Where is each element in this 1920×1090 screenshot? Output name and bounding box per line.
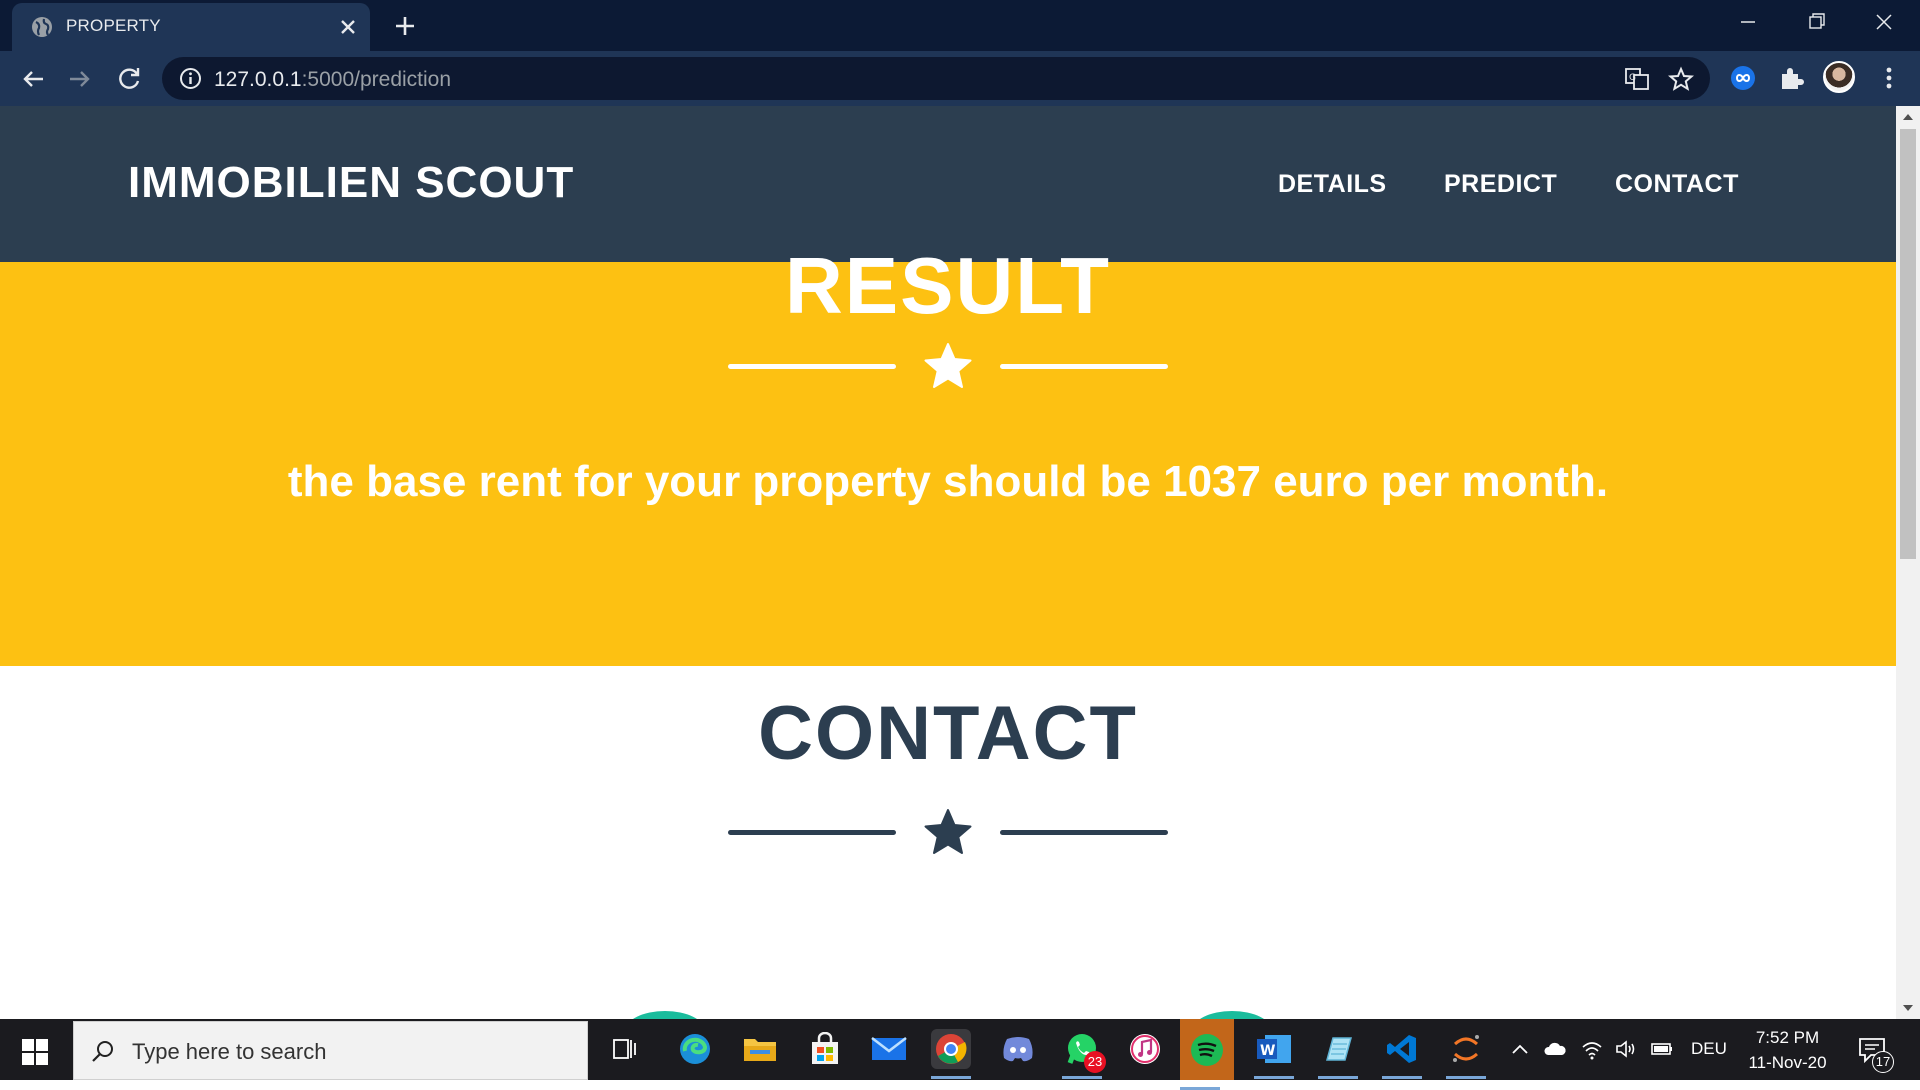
svg-text:W: W — [1260, 1043, 1275, 1059]
browser-tab[interactable]: PROPERTY — [12, 3, 370, 51]
nav-link-details[interactable]: DETAILS — [1278, 170, 1387, 199]
contact-icon-circle — [625, 1011, 705, 1019]
back-icon[interactable] — [17, 63, 49, 95]
onedrive-cloud-icon[interactable] — [1543, 1037, 1567, 1061]
address-bar[interactable]: 127.0.0.1:5000/prediction G — [162, 57, 1710, 100]
windows-start-icon[interactable] — [22, 1039, 48, 1065]
jupyter-icon[interactable] — [1446, 1029, 1486, 1079]
new-tab-icon[interactable] — [391, 12, 419, 40]
reload-icon[interactable] — [113, 63, 145, 95]
globe-icon — [32, 17, 52, 37]
site-navbar: IMMOBILIEN SCOUT DETAILS PREDICT CONTACT — [0, 106, 1896, 262]
file-explorer-icon[interactable] — [740, 1029, 780, 1069]
clock-time: 7:52 PM — [1755, 1028, 1820, 1047]
word-icon[interactable]: W — [1254, 1029, 1294, 1079]
clock-date: 11-Nov-20 — [1748, 1053, 1827, 1072]
translate-icon[interactable]: G — [1624, 66, 1650, 92]
battery-icon[interactable] — [1650, 1037, 1674, 1061]
language-indicator[interactable]: DEU — [1691, 1039, 1727, 1059]
taskbar-search[interactable]: Type here to search — [73, 1021, 588, 1080]
page-scrollbar[interactable] — [1896, 106, 1920, 1019]
itunes-icon[interactable] — [1125, 1029, 1165, 1069]
svg-text:G: G — [1629, 73, 1636, 83]
spotify-icon[interactable] — [1180, 1019, 1234, 1090]
url-text[interactable]: 127.0.0.1:5000/prediction — [214, 68, 451, 92]
notification-count: 17 — [1872, 1051, 1894, 1073]
chevron-up-icon[interactable] — [1508, 1037, 1532, 1061]
discord-icon[interactable] — [998, 1029, 1038, 1069]
contact-title: CONTACT — [758, 691, 1138, 776]
tab-title: PROPERTY — [66, 16, 161, 35]
extensions-puzzle-icon[interactable] — [1777, 64, 1805, 92]
scroll-up-icon[interactable] — [1902, 112, 1914, 122]
whatsapp-icon[interactable]: 23 — [1062, 1029, 1106, 1079]
store-icon[interactable] — [805, 1029, 845, 1069]
restore-icon[interactable] — [1800, 7, 1832, 37]
bookmark-star-icon[interactable] — [1668, 66, 1694, 92]
close-tab-icon[interactable] — [336, 15, 360, 39]
search-icon — [92, 1041, 113, 1062]
whatsapp-badge: 23 — [1084, 1051, 1106, 1073]
profile-avatar[interactable] — [1823, 61, 1855, 93]
star-icon — [924, 809, 972, 854]
scroll-thumb[interactable] — [1900, 129, 1916, 559]
result-section: RESULT the base rent for your property s… — [0, 241, 1896, 666]
site-brand[interactable]: IMMOBILIEN SCOUT — [128, 158, 574, 208]
browser-tabbar: PROPERTY — [0, 0, 1920, 51]
nav-link-contact[interactable]: CONTACT — [1615, 170, 1739, 199]
info-icon[interactable] — [179, 67, 202, 90]
task-view-icon[interactable] — [604, 1029, 644, 1069]
minimize-icon[interactable] — [1732, 7, 1764, 37]
result-text: the base rent for your property should b… — [287, 457, 1609, 506]
notepad-icon[interactable] — [1318, 1029, 1358, 1079]
scroll-down-icon[interactable] — [1902, 1003, 1914, 1013]
star-icon — [924, 343, 972, 388]
wifi-icon[interactable] — [1580, 1037, 1604, 1061]
search-placeholder: Type here to search — [132, 1039, 327, 1064]
edge-icon[interactable] — [675, 1029, 715, 1069]
mail-icon[interactable] — [869, 1029, 909, 1069]
menu-kebab-icon[interactable] — [1875, 64, 1903, 92]
windows-taskbar: Type here to search 23 W DEU 7:52 PM 11-… — [0, 1019, 1920, 1090]
contact-divider — [728, 808, 1168, 858]
volume-icon[interactable] — [1614, 1037, 1638, 1061]
vscode-icon[interactable] — [1382, 1029, 1422, 1079]
result-divider — [728, 342, 1168, 392]
contact-icon-circle — [1192, 1011, 1272, 1019]
forward-icon[interactable] — [64, 63, 96, 95]
chrome-icon[interactable] — [931, 1029, 971, 1079]
extension-loop-icon[interactable] — [1729, 64, 1757, 92]
browser-toolbar: 127.0.0.1:5000/prediction G — [0, 51, 1920, 106]
page-viewport: IMMOBILIEN SCOUT DETAILS PREDICT CONTACT… — [0, 106, 1896, 1019]
result-title: RESULT — [784, 241, 1112, 330]
close-window-icon[interactable] — [1868, 7, 1900, 37]
nav-link-predict[interactable]: PREDICT — [1444, 170, 1557, 199]
taskbar-clock[interactable]: 7:52 PM 11-Nov-20 — [1740, 1025, 1835, 1075]
